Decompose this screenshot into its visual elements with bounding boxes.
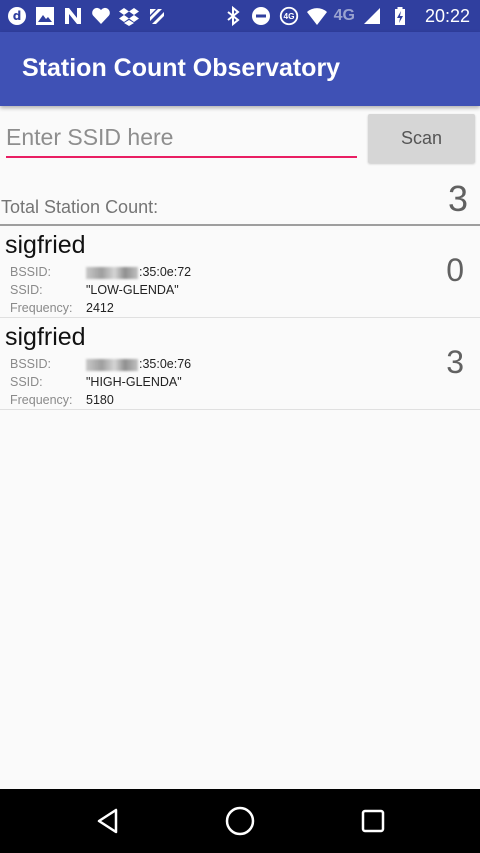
total-station-count-value: 3 <box>447 178 468 219</box>
wifi-icon <box>306 5 328 27</box>
station-count: 0 <box>446 252 464 288</box>
system-icons: 4G 4G 20:22 <box>222 5 480 27</box>
svg-text:d: d <box>13 9 22 23</box>
bssid-value: :35:0e:72 <box>86 265 191 279</box>
app-title: Station Count Observatory <box>22 54 341 82</box>
frequency-value: 5180 <box>86 393 114 407</box>
redacted-bssid <box>86 358 138 371</box>
ssid-value: "HIGH-GLENDA" <box>86 375 182 389</box>
signal-icon <box>361 5 383 27</box>
bssid-suffix: :35:0e:76 <box>139 357 192 371</box>
bluetooth-icon <box>222 5 244 27</box>
battery-charging-icon <box>389 5 411 27</box>
station-item[interactable]: sigfried 3 BSSID: :35:0e:76 SSID: "HIGH-… <box>0 318 480 410</box>
frequency-value: 2412 <box>86 301 114 315</box>
notification-icons: d <box>6 5 168 27</box>
image-icon <box>34 5 56 27</box>
feedly-icon <box>146 5 168 27</box>
back-icon <box>97 808 118 834</box>
scan-button[interactable]: Scan <box>368 114 475 163</box>
n-app-icon <box>62 5 84 27</box>
recents-button[interactable] <box>353 803 393 839</box>
bssid-suffix: :35:0e:72 <box>139 265 192 279</box>
home-button[interactable] <box>220 803 260 839</box>
station-list: sigfried 0 BSSID: :35:0e:72 SSID: "LOW-G… <box>0 226 480 410</box>
station-name: sigfried <box>5 323 86 351</box>
app-d-icon: d <box>6 5 28 27</box>
back-button[interactable] <box>88 803 128 839</box>
clock: 20:22 <box>424 5 470 26</box>
ssid-label: SSID: <box>10 283 43 297</box>
navigation-bar <box>0 789 480 853</box>
recents-icon <box>361 809 385 833</box>
heart-icon <box>90 5 112 27</box>
redacted-bssid <box>86 266 138 279</box>
bssid-label: BSSID: <box>10 357 51 371</box>
app-bar: Station Count Observatory <box>0 32 480 106</box>
frequency-label: Frequency: <box>10 301 73 315</box>
total-station-count-label: Total Station Count: <box>1 197 159 217</box>
bssid-value: :35:0e:76 <box>86 357 191 371</box>
station-name: sigfried <box>5 231 86 259</box>
ssid-value: "LOW-GLENDA" <box>86 283 179 297</box>
frequency-label: Frequency: <box>10 393 73 407</box>
station-item[interactable]: sigfried 0 BSSID: :35:0e:72 SSID: "LOW-G… <box>0 226 480 318</box>
ssid-label: SSID: <box>10 375 43 389</box>
wifi-4g-icon: 4G <box>278 5 300 27</box>
station-count: 3 <box>446 344 464 380</box>
home-icon <box>225 806 255 836</box>
do-not-disturb-icon <box>250 5 272 27</box>
dropbox-icon <box>118 5 140 27</box>
bssid-label: BSSID: <box>10 265 51 279</box>
status-bar: d 4G 4G 20:22 <box>0 0 480 32</box>
network-type-label: 4G <box>333 7 355 24</box>
wifi-4g-badge: 4G <box>283 12 294 21</box>
ssid-input[interactable] <box>6 118 357 158</box>
